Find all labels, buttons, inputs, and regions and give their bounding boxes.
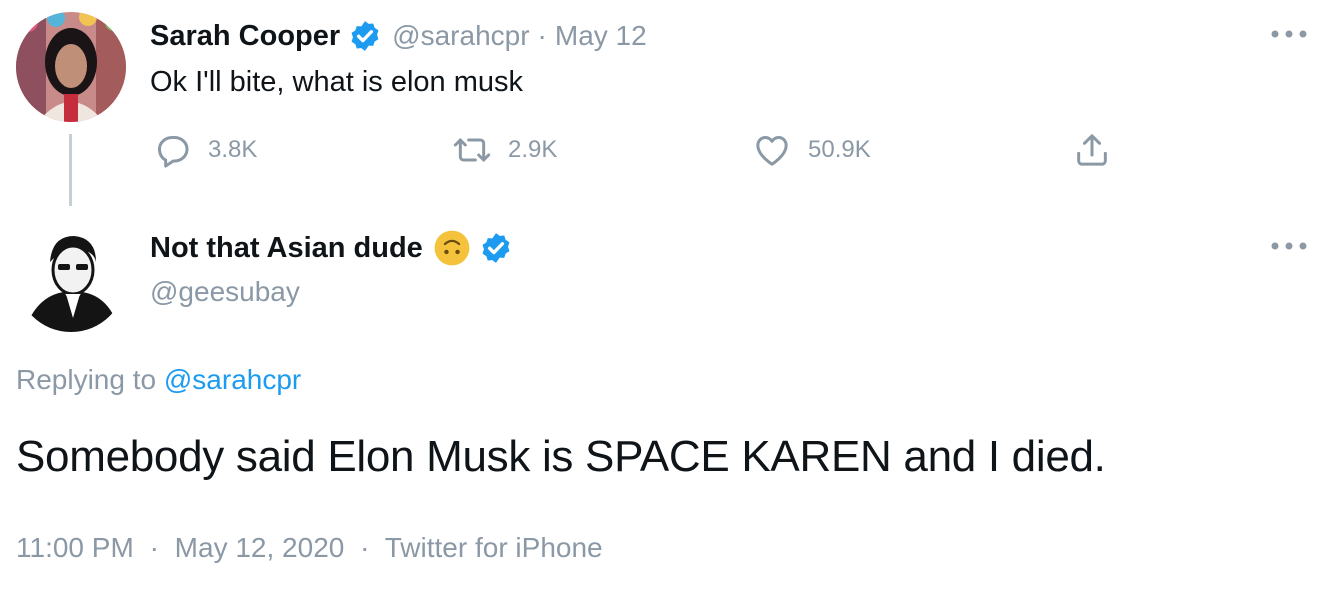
parent-author-name[interactable]: Sarah Cooper (150, 20, 340, 53)
footer-separator: · (149, 532, 159, 563)
like-count: 50.9K (808, 136, 871, 163)
reply-tweet-footer: 11:00 PM · May 12, 2020 · Twitter for iP… (16, 532, 603, 564)
share-button[interactable] (1072, 128, 1112, 172)
heart-icon (752, 130, 792, 170)
more-icon[interactable] (1267, 236, 1311, 256)
reply-button[interactable]: 3.8K (152, 128, 257, 172)
retweet-icon (452, 130, 492, 170)
thread-connector-line (69, 134, 72, 206)
reply-author-handle[interactable]: @geesubay (150, 276, 300, 308)
tweet-date[interactable]: May 12, 2020 (175, 532, 345, 563)
verified-badge-icon (479, 231, 513, 265)
reply-icon (152, 130, 192, 170)
like-button[interactable]: 50.9K (752, 128, 871, 172)
replying-to-mention[interactable]: @sarahcpr (164, 364, 301, 395)
verified-badge-icon (348, 19, 382, 53)
retweet-button[interactable]: 2.9K (452, 128, 557, 172)
parent-tweet-text: Ok I'll bite, what is elon musk (150, 66, 524, 98)
parent-tweet-header: Sarah Cooper @sarahcpr · May 12 (150, 16, 647, 56)
replying-to-prefix: Replying to (16, 364, 157, 395)
meta-separator: · (537, 20, 547, 51)
reply-tweet-header: Not that Asian dude (150, 225, 513, 271)
retweet-count: 2.9K (508, 136, 558, 163)
replying-to-line: Replying to @sarahcpr (16, 364, 301, 396)
sarah-cooper-avatar[interactable] (16, 12, 126, 122)
reply-tweet-text: Somebody said Elon Musk is SPACE KAREN a… (16, 432, 1106, 481)
reply-count: 3.8K (208, 136, 258, 163)
parent-tweet-date[interactable]: May 12 (555, 20, 647, 52)
tweet-source[interactable]: Twitter for iPhone (385, 532, 603, 563)
footer-separator: · (360, 532, 370, 563)
parent-author-handle[interactable]: @sarahcpr (392, 20, 529, 52)
more-icon[interactable] (1267, 24, 1311, 44)
reply-author-name[interactable]: Not that Asian dude (150, 232, 423, 265)
tweet-time[interactable]: 11:00 PM (16, 532, 134, 563)
upside-down-face-emoji (433, 229, 471, 267)
geesubay-avatar[interactable] (16, 222, 126, 332)
share-icon (1072, 130, 1112, 170)
parent-tweet-actions: 3.8K 2.9K 50.9K (150, 128, 1130, 172)
